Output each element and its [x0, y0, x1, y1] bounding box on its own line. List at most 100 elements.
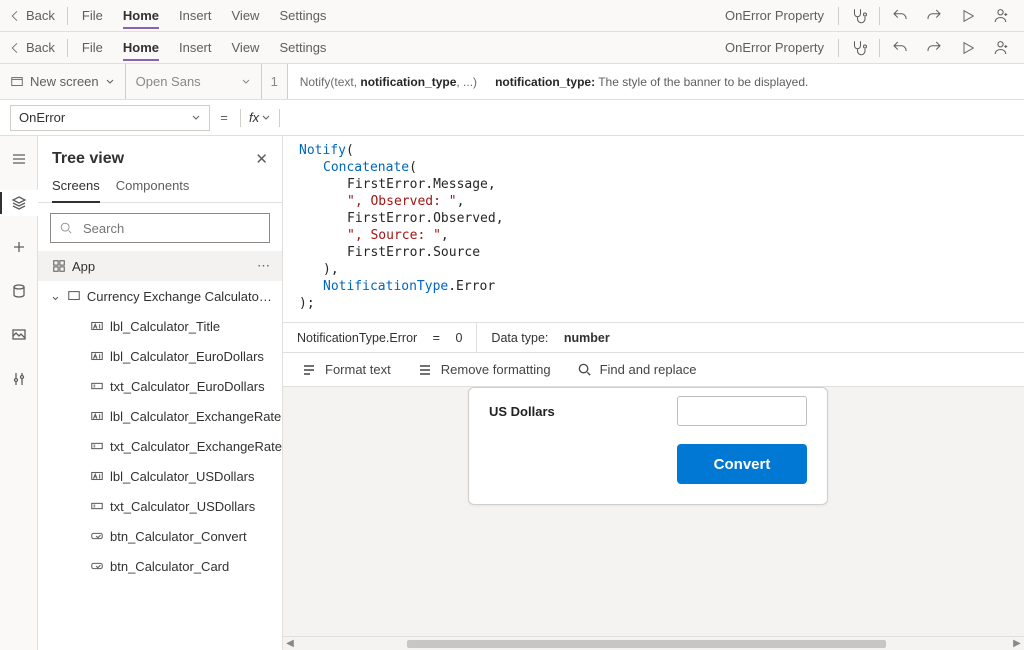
scroll-left-icon[interactable]: ◀ — [283, 638, 297, 649]
input-icon — [90, 379, 104, 393]
separator — [240, 109, 241, 127]
more-icon[interactable]: ⋯ — [257, 258, 272, 274]
usd-input[interactable] — [677, 396, 807, 426]
format-icon — [301, 362, 317, 378]
input-icon — [90, 439, 104, 453]
dtype-label: Data type: — [491, 331, 548, 345]
stethoscope-icon[interactable] — [843, 32, 875, 64]
tree-item[interactable]: lbl_Calculator_ExchangeRate — [38, 401, 282, 431]
close-icon[interactable]: ✕ — [255, 150, 268, 168]
tree-search[interactable] — [50, 213, 270, 243]
tree-label: lbl_Calculator_USDollars — [110, 469, 255, 484]
tree-tab-components[interactable]: Components — [116, 172, 190, 202]
usd-label: US Dollars — [489, 404, 555, 419]
ribbon-tab-insert[interactable]: Insert — [169, 32, 222, 64]
label-icon — [90, 469, 104, 483]
remove-formatting-button[interactable]: Remove formatting — [417, 362, 551, 378]
scroll-right-icon[interactable]: ▶ — [1010, 638, 1024, 649]
main-area: Tree view ✕ Screens Components App ⋯ ⌄ C… — [0, 136, 1024, 650]
new-screen-dropdown[interactable]: New screen — [0, 64, 126, 99]
tree-node-screen[interactable]: ⌄ Currency Exchange Calculator Screen — [38, 281, 282, 311]
rail-media[interactable] — [0, 322, 38, 348]
format-text-button[interactable]: Format text — [301, 362, 391, 378]
tree-tabs: Screens Components — [38, 172, 282, 203]
left-rail — [0, 136, 38, 650]
label-icon — [90, 349, 104, 363]
redo-icon[interactable] — [918, 32, 950, 64]
format-bar: Format text Remove formatting Find and r… — [283, 353, 1024, 387]
tree-item[interactable]: btn_Calculator_Convert — [38, 521, 282, 551]
scroll-track[interactable] — [311, 638, 996, 650]
rail-tools[interactable] — [0, 366, 38, 392]
sig-prefix: Notify(text, — [300, 75, 361, 89]
ribbon-tab-view[interactable]: View — [222, 32, 270, 64]
ribbon-tab-file[interactable]: File — [72, 0, 113, 32]
person-icon[interactable] — [986, 32, 1018, 64]
signature-hint: notification_type: The style of the bann… — [495, 75, 808, 89]
rail-tree-view[interactable] — [0, 190, 38, 216]
person-icon[interactable] — [986, 0, 1018, 32]
tree-label: txt_Calculator_ExchangeRate — [110, 439, 282, 454]
code-editor[interactable]: Notify(Concatenate(FirstError.Message,",… — [283, 136, 1024, 323]
back-label: Back — [26, 8, 55, 23]
canvas[interactable]: US Dollars Convert — [283, 387, 1024, 636]
separator — [879, 7, 880, 25]
ribbon-tab-home[interactable]: Home — [113, 0, 169, 32]
ribbon-tab-insert[interactable]: Insert — [169, 0, 222, 32]
property-link[interactable]: OnError Property — [715, 40, 834, 55]
font-selector[interactable]: Open Sans — [126, 64, 262, 99]
tree-label: btn_Calculator_Convert — [110, 529, 247, 544]
ribbon-top: Back FileHomeInsertViewSettings OnError … — [0, 0, 1024, 32]
tree-tab-screens[interactable]: Screens — [52, 172, 100, 203]
horizontal-scrollbar[interactable]: ◀ ▶ — [283, 636, 1024, 650]
tree-item[interactable]: lbl_Calculator_Title — [38, 311, 282, 341]
tree-item[interactable]: btn_Calculator_Card — [38, 551, 282, 581]
fx-button[interactable]: fx — [243, 110, 277, 125]
chevron-down-icon — [261, 113, 271, 123]
screen-icon — [67, 289, 81, 303]
screen-icon — [10, 75, 24, 89]
signature: Notify(text, notification_type, ...) — [300, 75, 477, 89]
toolbar: New screen Open Sans 1 Notify(text, noti… — [0, 64, 1024, 100]
find-replace-button[interactable]: Find and replace — [577, 362, 697, 377]
back-button[interactable]: Back — [6, 0, 63, 32]
new-screen-label: New screen — [30, 74, 99, 89]
tree-item[interactable]: lbl_Calculator_USDollars — [38, 461, 282, 491]
tree-label: lbl_Calculator_ExchangeRate — [110, 409, 281, 424]
font-size[interactable]: 1 — [262, 64, 288, 99]
rail-insert[interactable] — [0, 234, 38, 260]
undo-icon[interactable] — [884, 0, 916, 32]
convert-button[interactable]: Convert — [677, 444, 807, 484]
redo-icon[interactable] — [918, 0, 950, 32]
ribbon-tab-settings[interactable]: Settings — [269, 0, 336, 32]
search-input[interactable] — [81, 220, 261, 237]
equals-label: = — [210, 110, 238, 125]
ribbon-tab-settings[interactable]: Settings — [269, 32, 336, 64]
play-icon[interactable] — [952, 32, 984, 64]
rail-data[interactable] — [0, 278, 38, 304]
tree-item[interactable]: txt_Calculator_ExchangeRate — [38, 431, 282, 461]
status-row: NotificationType.Error = 0 Data type: nu… — [283, 323, 1024, 353]
play-icon[interactable] — [952, 0, 984, 32]
stethoscope-icon[interactable] — [843, 0, 875, 32]
calculator-card: US Dollars Convert — [468, 387, 828, 505]
back-button[interactable]: Back — [6, 32, 63, 64]
property-link[interactable]: OnError Property — [715, 8, 834, 23]
tree-item[interactable]: txt_Calculator_EuroDollars — [38, 371, 282, 401]
separator — [279, 109, 280, 127]
property-dropdown[interactable]: OnError — [10, 105, 210, 131]
tree-header: Tree view ✕ — [38, 136, 282, 172]
ribbon-tab-file[interactable]: File — [72, 32, 113, 64]
scroll-thumb[interactable] — [407, 640, 887, 648]
tree-item[interactable]: txt_Calculator_USDollars — [38, 491, 282, 521]
rail-hamburger[interactable] — [0, 146, 38, 172]
ribbon-tab-home[interactable]: Home — [113, 32, 169, 64]
undo-icon[interactable] — [884, 32, 916, 64]
tree-item[interactable]: lbl_Calculator_EuroDollars — [38, 341, 282, 371]
tree-node-app[interactable]: App ⋯ — [38, 251, 282, 281]
ribbon-tab-view[interactable]: View — [222, 0, 270, 32]
chevron-down-icon — [105, 77, 115, 87]
fx-label: fx — [249, 110, 259, 125]
sig-bold: notification_type — [360, 75, 456, 89]
ribbon-left: Back FileHomeInsertViewSettings — [6, 0, 336, 32]
